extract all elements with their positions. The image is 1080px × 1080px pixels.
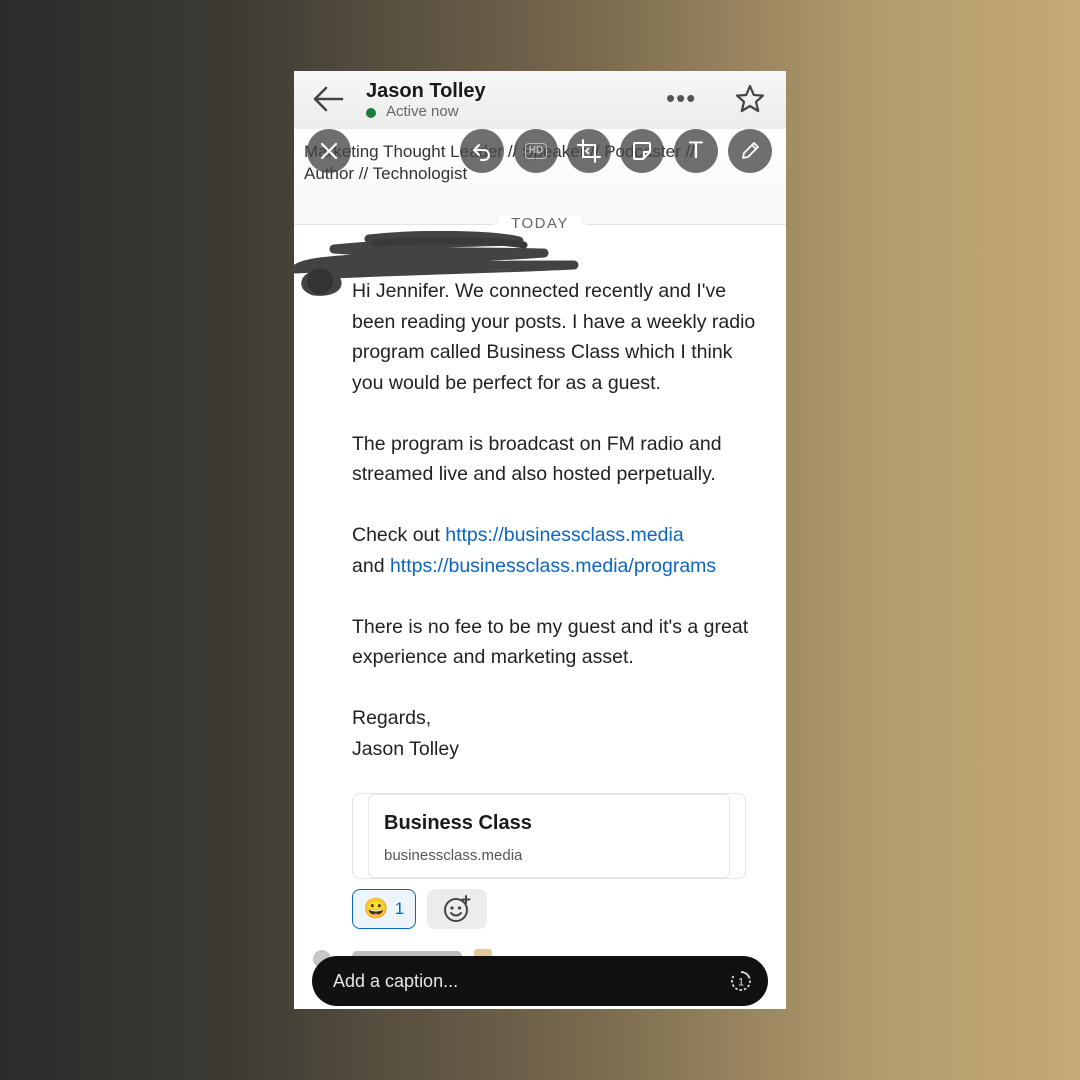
hd-button[interactable]: HD	[514, 129, 558, 173]
links-and-text: and	[352, 554, 390, 577]
link-preview-url: businessclass.media	[384, 847, 523, 864]
screenshot-preview: Jason Tolley Active now ••• Marketing Th…	[294, 71, 786, 1009]
sign-off-name: Jason Tolley	[352, 737, 459, 760]
contact-name[interactable]: Jason Tolley	[366, 80, 486, 103]
link-preview-card[interactable]: Business Class businessclass.media	[352, 793, 746, 879]
sticker-icon	[633, 142, 651, 160]
close-button[interactable]	[307, 129, 351, 173]
more-dots-icon[interactable]: •••	[666, 83, 696, 114]
add-reaction-icon	[444, 895, 471, 922]
undo-icon	[473, 144, 490, 161]
pencil-icon	[742, 142, 759, 159]
message-sign-off: Regards, Jason Tolley	[352, 703, 762, 764]
star-icon[interactable]	[734, 83, 766, 115]
text-icon: T	[688, 137, 704, 164]
link-preview-title: Business Class	[384, 812, 532, 834]
close-icon	[320, 142, 338, 160]
crop-icon	[577, 139, 601, 163]
back-arrow-icon[interactable]	[312, 85, 344, 113]
message-paragraph-fee: There is no fee to be my guest and it's …	[352, 615, 749, 669]
draw-button[interactable]	[728, 129, 772, 173]
view-once-icon[interactable]: 1	[730, 970, 752, 992]
link-preview-inner: Business Class businessclass.media	[368, 794, 730, 878]
online-status-dot	[366, 108, 376, 118]
grinning-emoji-icon: 😀	[363, 898, 389, 920]
reaction-count: 1	[394, 899, 405, 918]
caption-placeholder: Add a caption...	[333, 971, 459, 991]
online-status-text: Active now	[386, 103, 459, 120]
sign-off-regards: Regards,	[352, 707, 432, 729]
message-paragraph-greeting: Hi Jennifer. We connected recently and I…	[352, 280, 756, 394]
message-body: Hi Jennifer. We connected recently and I…	[352, 276, 762, 764]
add-reaction-button[interactable]	[427, 889, 487, 929]
reaction-chip[interactable]: 😀 1	[352, 889, 416, 929]
conversation-header: Jason Tolley Active now •••	[294, 71, 786, 129]
undo-button[interactable]	[460, 129, 504, 173]
caption-input[interactable]: Add a caption... 1	[312, 956, 768, 1006]
view-once-label: 1	[738, 977, 744, 989]
programs-link[interactable]: https://businessclass.media/programs	[390, 555, 716, 577]
date-divider: TODAY	[294, 215, 786, 232]
message-paragraph-links: Check out https://businessclass.media an…	[352, 520, 762, 581]
hd-icon: HD	[524, 143, 548, 159]
crop-rotate-button[interactable]	[567, 129, 611, 173]
date-divider-label: TODAY	[499, 215, 581, 232]
text-tool-button[interactable]: T	[674, 129, 718, 173]
website-link[interactable]: https://businessclass.media	[445, 524, 683, 546]
links-prefix-text: Check out	[352, 524, 446, 546]
message-paragraph-broadcast: The program is broadcast on FM radio and…	[352, 432, 722, 486]
sticker-button[interactable]	[620, 129, 664, 173]
